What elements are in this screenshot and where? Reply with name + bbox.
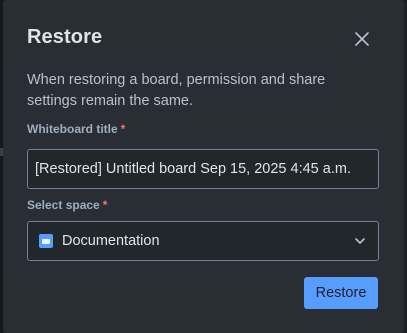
- space-select-value: Documentation: [62, 233, 160, 249]
- whiteboard-title-input[interactable]: [27, 149, 379, 189]
- space-icon-glyph: [42, 239, 50, 244]
- select-space-label: Select space *: [27, 198, 107, 212]
- restore-dialog: Restore When restoring a board, permissi…: [3, 0, 404, 333]
- chevron-down-icon: [355, 238, 365, 244]
- close-button[interactable]: [349, 26, 375, 52]
- whiteboard-title-label: Whiteboard title *: [27, 122, 125, 136]
- space-select[interactable]: Documentation: [27, 221, 379, 261]
- space-icon: [39, 234, 53, 248]
- required-indicator: *: [102, 198, 108, 212]
- whiteboard-title-label-text: Whiteboard title: [27, 122, 118, 136]
- restore-button[interactable]: Restore: [304, 277, 378, 309]
- required-indicator: *: [120, 122, 126, 136]
- dialog-title: Restore: [27, 26, 103, 48]
- select-space-label-text: Select space: [27, 198, 100, 212]
- dialog-description: When restoring a board, permission and s…: [27, 72, 326, 109]
- close-icon: [355, 32, 369, 46]
